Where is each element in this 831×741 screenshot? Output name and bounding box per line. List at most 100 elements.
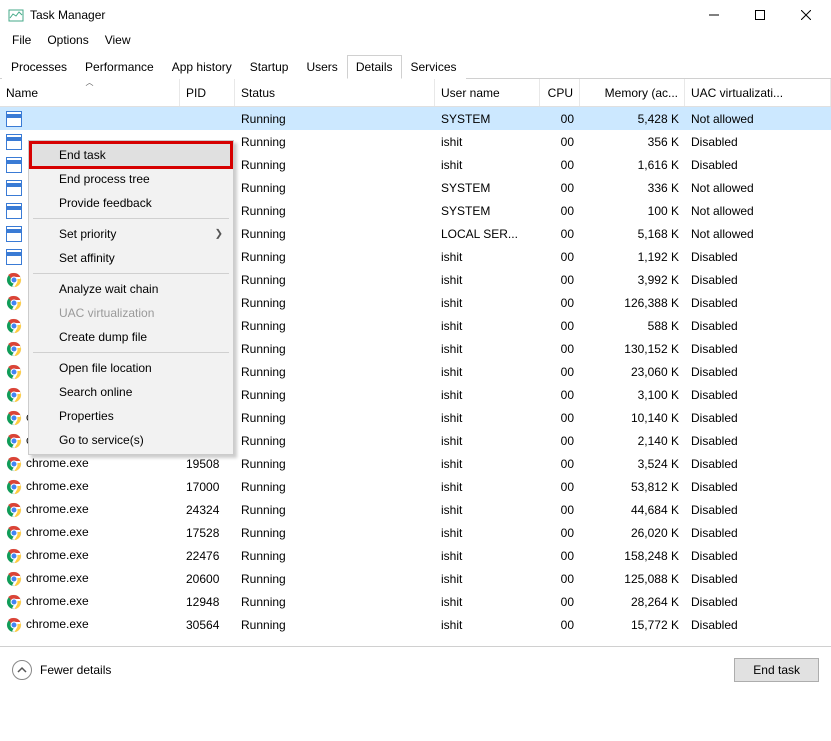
chrome-icon [6,479,22,495]
cell-status: Running [235,112,435,126]
cell-uac: Disabled [685,411,831,425]
tab-services[interactable]: Services [402,55,466,79]
cell-status: Running [235,250,435,264]
chevron-right-icon: ❯ [215,229,223,240]
table-row[interactable]: RunningSYSTEM005,428 KNot allowed [0,107,831,130]
cell-pid: 20600 [180,572,235,586]
end-task-button[interactable]: End task [734,658,819,682]
cell-user: ishit [435,572,540,586]
process-name: chrome.exe [26,456,89,470]
col-pid[interactable]: PID [180,79,235,106]
titlebar: Task Manager [0,0,831,30]
col-name[interactable]: Name︿ [0,79,180,106]
close-button[interactable] [783,0,829,30]
footer: Fewer details End task [0,647,831,693]
cell-cpu: 00 [540,480,580,494]
ctx-go-to-services[interactable]: Go to service(s) [31,428,231,452]
cell-uac: Disabled [685,549,831,563]
table-row[interactable]: chrome.exe19508Runningishit003,524 KDisa… [0,452,831,475]
ctx-open-file-location[interactable]: Open file location [31,356,231,380]
col-status[interactable]: Status [235,79,435,106]
col-memory[interactable]: Memory (ac... [580,79,685,106]
chrome-icon [6,594,22,610]
fewer-details-button[interactable]: Fewer details [12,660,111,680]
table-row[interactable]: chrome.exe20600Runningishit00125,088 KDi… [0,567,831,590]
cell-memory: 26,020 K [580,526,685,540]
cell-cpu: 00 [540,273,580,287]
cell-pid: 22476 [180,549,235,563]
ctx-properties[interactable]: Properties [31,404,231,428]
menu-view[interactable]: View [97,31,139,49]
cell-user: SYSTEM [435,204,540,218]
ctx-end-task[interactable]: End task [31,143,231,167]
cell-memory: 1,192 K [580,250,685,264]
cell-memory: 356 K [580,135,685,149]
cell-uac: Disabled [685,503,831,517]
cell-status: Running [235,388,435,402]
tab-startup[interactable]: Startup [241,55,298,79]
cell-uac: Disabled [685,250,831,264]
table-header: Name︿ PID Status User name CPU Memory (a… [0,79,831,107]
col-name-label: Name [6,86,38,100]
ctx-separator [33,352,229,353]
col-cpu[interactable]: CPU [540,79,580,106]
ctx-analyze-wait-chain[interactable]: Analyze wait chain [31,277,231,301]
cell-uac: Disabled [685,434,831,448]
cell-name: chrome.exe [0,456,180,472]
cell-status: Running [235,549,435,563]
cell-user: SYSTEM [435,181,540,195]
cell-uac: Not allowed [685,112,831,126]
cell-cpu: 00 [540,227,580,241]
ctx-set-affinity[interactable]: Set affinity [31,246,231,270]
cell-status: Running [235,365,435,379]
table-row[interactable]: chrome.exe24324Runningishit0044,684 KDis… [0,498,831,521]
table-row[interactable]: chrome.exe12948Runningishit0028,264 KDis… [0,590,831,613]
table-row[interactable]: chrome.exe17000Runningishit0053,812 KDis… [0,475,831,498]
cell-cpu: 00 [540,204,580,218]
table-row[interactable]: chrome.exe17528Runningishit0026,020 KDis… [0,521,831,544]
tab-users[interactable]: Users [297,55,346,79]
tab-performance[interactable]: Performance [76,55,163,79]
cell-uac: Not allowed [685,181,831,195]
ctx-provide-feedback[interactable]: Provide feedback [31,191,231,215]
process-icon [6,157,22,173]
col-uac[interactable]: UAC virtualizati... [685,79,831,106]
cell-user: ishit [435,411,540,425]
cell-pid: 24324 [180,503,235,517]
cell-memory: 1,616 K [580,158,685,172]
cell-name: chrome.exe [0,502,180,518]
cell-uac: Disabled [685,526,831,540]
cell-status: Running [235,434,435,448]
ctx-search-online[interactable]: Search online [31,380,231,404]
tab-processes[interactable]: Processes [2,55,76,79]
cell-status: Running [235,227,435,241]
ctx-end-process-tree[interactable]: End process tree [31,167,231,191]
tab-app-history[interactable]: App history [163,55,241,79]
cell-uac: Disabled [685,296,831,310]
tab-details[interactable]: Details [347,55,402,79]
menu-options[interactable]: Options [39,31,96,49]
ctx-create-dump-file[interactable]: Create dump file [31,325,231,349]
cell-uac: Disabled [685,480,831,494]
process-icon [6,249,22,265]
cell-cpu: 00 [540,319,580,333]
process-icon [6,111,22,127]
chevron-up-icon [12,660,32,680]
minimize-button[interactable] [691,0,737,30]
ctx-set-priority-label: Set priority [59,227,116,241]
cell-user: ishit [435,434,540,448]
cell-name: chrome.exe [0,525,180,541]
menu-file[interactable]: File [4,31,39,49]
cell-uac: Disabled [685,365,831,379]
chrome-icon [6,617,22,633]
col-user[interactable]: User name [435,79,540,106]
cell-cpu: 00 [540,457,580,471]
cell-pid: 12948 [180,595,235,609]
maximize-button[interactable] [737,0,783,30]
cell-status: Running [235,204,435,218]
cell-pid: 19508 [180,457,235,471]
table-row[interactable]: chrome.exe22476Runningishit00158,248 KDi… [0,544,831,567]
cell-status: Running [235,411,435,425]
ctx-set-priority[interactable]: Set priority ❯ [31,222,231,246]
table-row[interactable]: chrome.exe30564Runningishit0015,772 KDis… [0,613,831,636]
